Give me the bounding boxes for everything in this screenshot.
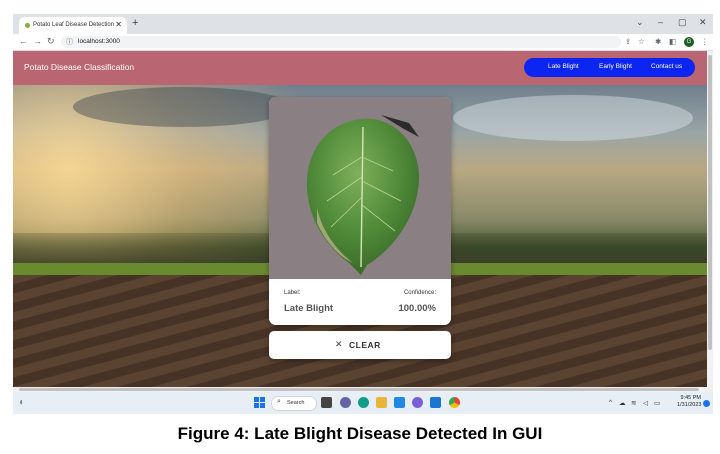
battery-icon[interactable]: ▭ bbox=[654, 399, 660, 407]
windows-start-icon[interactable] bbox=[254, 397, 265, 408]
nav-late-blight[interactable]: Late Blight bbox=[548, 63, 579, 70]
label-heading: Label: bbox=[284, 290, 301, 296]
notification-icon[interactable] bbox=[703, 400, 710, 407]
reload-icon[interactable]: ↻ bbox=[47, 36, 55, 47]
favicon-icon bbox=[25, 23, 30, 28]
system-clock[interactable]: 9:45 PM 1/31/2023 bbox=[677, 395, 701, 409]
url-text: localhost:3000 bbox=[78, 38, 120, 45]
tab-close-icon[interactable]: ✕ bbox=[115, 20, 122, 29]
clear-button[interactable]: ✕ CLEAR bbox=[269, 331, 451, 359]
close-icon: ✕ bbox=[335, 339, 343, 349]
nav-early-blight[interactable]: Early Blight bbox=[599, 63, 632, 70]
edge-browser-icon[interactable] bbox=[358, 397, 369, 408]
clock-date: 1/31/2023 bbox=[677, 402, 702, 408]
vscode-icon[interactable] bbox=[430, 397, 441, 408]
wifi-icon[interactable]: ≋ bbox=[631, 399, 636, 407]
result-card: Label: Late Blight Confidence: 100.00% bbox=[269, 97, 451, 325]
weather-widget-icon[interactable]: ◐ bbox=[19, 397, 25, 408]
clear-button-label: CLEAR bbox=[349, 340, 381, 350]
chevron-up-icon[interactable]: ^ bbox=[609, 399, 612, 406]
label-value: Late Blight bbox=[284, 303, 334, 314]
clock-time: 9:45 PM bbox=[680, 395, 701, 401]
volume-icon[interactable]: ◁ bbox=[643, 399, 648, 407]
search-icon: ⌕ bbox=[277, 398, 281, 405]
browser-tab-strip: Potato Leaf Disease Detection ✕ + ⌄ – ▢ … bbox=[13, 14, 713, 34]
tab-title: Potato Leaf Disease Detection bbox=[33, 22, 115, 28]
bookmark-star-icon[interactable]: ☆ bbox=[638, 37, 645, 46]
nav-contact-us[interactable]: Contact us bbox=[651, 63, 682, 70]
browser-tab[interactable]: Potato Leaf Disease Detection ✕ bbox=[19, 17, 127, 34]
new-tab-button[interactable]: + bbox=[132, 17, 138, 29]
file-explorer-icon[interactable] bbox=[376, 397, 387, 408]
web-app: Potato Disease Classification Late Bligh… bbox=[13, 51, 707, 387]
windows-taskbar: ◐ ⌕ Search ^ ☁ ≋ ◁ ▭ 9:45 PM 1/31/2023 bbox=[13, 392, 713, 414]
confidence-heading: Confidence: bbox=[403, 290, 436, 296]
forward-icon[interactable]: → bbox=[33, 36, 42, 46]
app-header: Potato Disease Classification Late Bligh… bbox=[13, 51, 707, 85]
side-panel-icon[interactable]: ◧ bbox=[669, 37, 676, 46]
close-window-icon[interactable]: ✕ bbox=[699, 17, 707, 28]
info-icon[interactable]: ⓘ bbox=[66, 37, 73, 47]
browser-toolbar: ← → ↻ ⓘ localhost:3000 ⇪ ☆ ✱ ◧ G ⋮ bbox=[13, 34, 713, 51]
minimize-icon[interactable]: – bbox=[658, 17, 663, 27]
maximize-icon[interactable]: ▢ bbox=[678, 17, 687, 28]
figure-caption: Figure 4: Late Blight Disease Detected I… bbox=[177, 424, 543, 443]
uploaded-leaf-image bbox=[269, 97, 451, 279]
extensions-icon[interactable]: ✱ bbox=[655, 37, 661, 46]
confidence-value: 100.00% bbox=[398, 303, 436, 314]
screenshot-frame: Potato Leaf Disease Detection ✕ + ⌄ – ▢ … bbox=[13, 14, 713, 414]
cloud-icon[interactable]: ☁ bbox=[619, 399, 626, 407]
task-view-icon[interactable] bbox=[321, 397, 332, 408]
search-label: Search bbox=[287, 400, 305, 406]
chrome-icon[interactable] bbox=[449, 397, 460, 408]
chevron-down-icon[interactable]: ⌄ bbox=[636, 17, 644, 28]
profile-avatar[interactable]: G bbox=[684, 37, 694, 47]
mail-icon[interactable] bbox=[394, 397, 405, 408]
store-icon[interactable] bbox=[412, 397, 423, 408]
taskbar-search[interactable]: ⌕ Search bbox=[271, 396, 317, 411]
address-bar[interactable]: ⓘ localhost:3000 bbox=[61, 36, 621, 48]
chat-icon[interactable] bbox=[340, 397, 351, 408]
nav-menu: Late Blight Early Blight Contact us bbox=[524, 58, 695, 77]
share-icon[interactable]: ⇪ bbox=[625, 37, 631, 46]
app-title: Potato Disease Classification bbox=[24, 62, 135, 72]
vertical-scrollbar[interactable] bbox=[707, 51, 713, 387]
back-icon[interactable]: ← bbox=[19, 36, 28, 46]
menu-kebab-icon[interactable]: ⋮ bbox=[701, 37, 709, 46]
prediction-panel: Label: Late Blight Confidence: 100.00% bbox=[269, 279, 451, 325]
